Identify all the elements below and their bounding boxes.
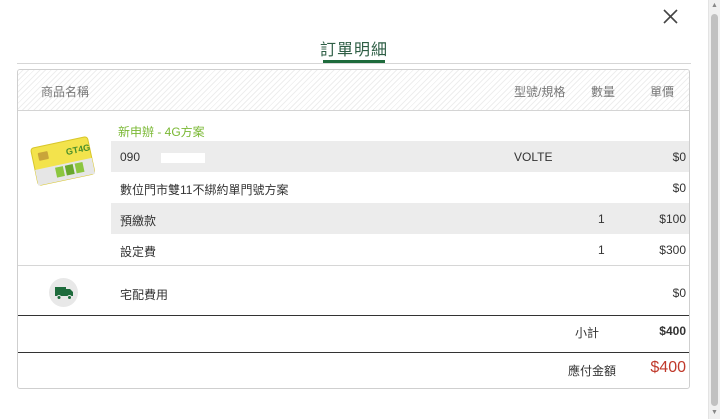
row-3-name: 預繳款 <box>120 214 157 228</box>
scrollbar[interactable]: ▲ ▼ <box>708 0 720 419</box>
delivery-badge <box>49 278 78 307</box>
close-icon <box>663 9 678 24</box>
delivery-fee-price: $0 <box>672 286 686 300</box>
truck-icon <box>55 287 73 300</box>
table-header: 商品名稱 型號/規格 數量 單價 <box>18 70 689 111</box>
row-1-model: VOLTE <box>514 150 553 164</box>
total-label: 應付金額 <box>568 364 617 378</box>
row-3-price: $100 <box>659 212 686 226</box>
row-4-name: 設定費 <box>120 245 157 259</box>
row-1-name: 090 <box>120 150 141 164</box>
scroll-up-arrow-icon[interactable]: ▲ <box>709 0 720 12</box>
row-4-price: $300 <box>659 243 686 257</box>
row-2-price: $0 <box>672 181 686 195</box>
row-1-price: $0 <box>672 150 686 164</box>
title-divider <box>17 63 691 64</box>
scroll-down-arrow-icon[interactable]: ▼ <box>709 407 720 419</box>
header-product: 商品名稱 <box>41 85 90 99</box>
row-3-qty: 1 <box>598 212 605 226</box>
dialog-title: 訂單明細 <box>319 42 388 59</box>
header-model: 型號/規格 <box>514 85 566 99</box>
scroll-thumb[interactable] <box>711 14 718 406</box>
plan-name: 新申辦 - 4G方案 <box>118 125 205 139</box>
order-details-panel: 商品名稱 型號/規格 數量 單價 GT4G 新申辦 - 4G方案 090 VOL… <box>17 69 690 389</box>
header-qty: 數量 <box>591 85 616 99</box>
section-divider <box>18 265 689 266</box>
delivery-fee-label: 宅配費用 <box>120 288 169 302</box>
sim-card-image: GT4G <box>28 134 98 190</box>
row-2-name: 數位門市雙11不綁約單門號方案 <box>120 183 289 197</box>
row-4-qty: 1 <box>598 243 605 257</box>
total-amount: $400 <box>650 359 686 376</box>
redacted-phone-number <box>161 153 205 163</box>
close-button[interactable] <box>660 6 682 28</box>
header-price: 單價 <box>650 85 675 99</box>
subtotal-divider <box>18 315 689 316</box>
subtotal-label: 小計 <box>575 326 600 340</box>
title-underline <box>323 60 385 63</box>
total-divider <box>18 352 689 353</box>
subtotal-value: $400 <box>659 324 686 338</box>
